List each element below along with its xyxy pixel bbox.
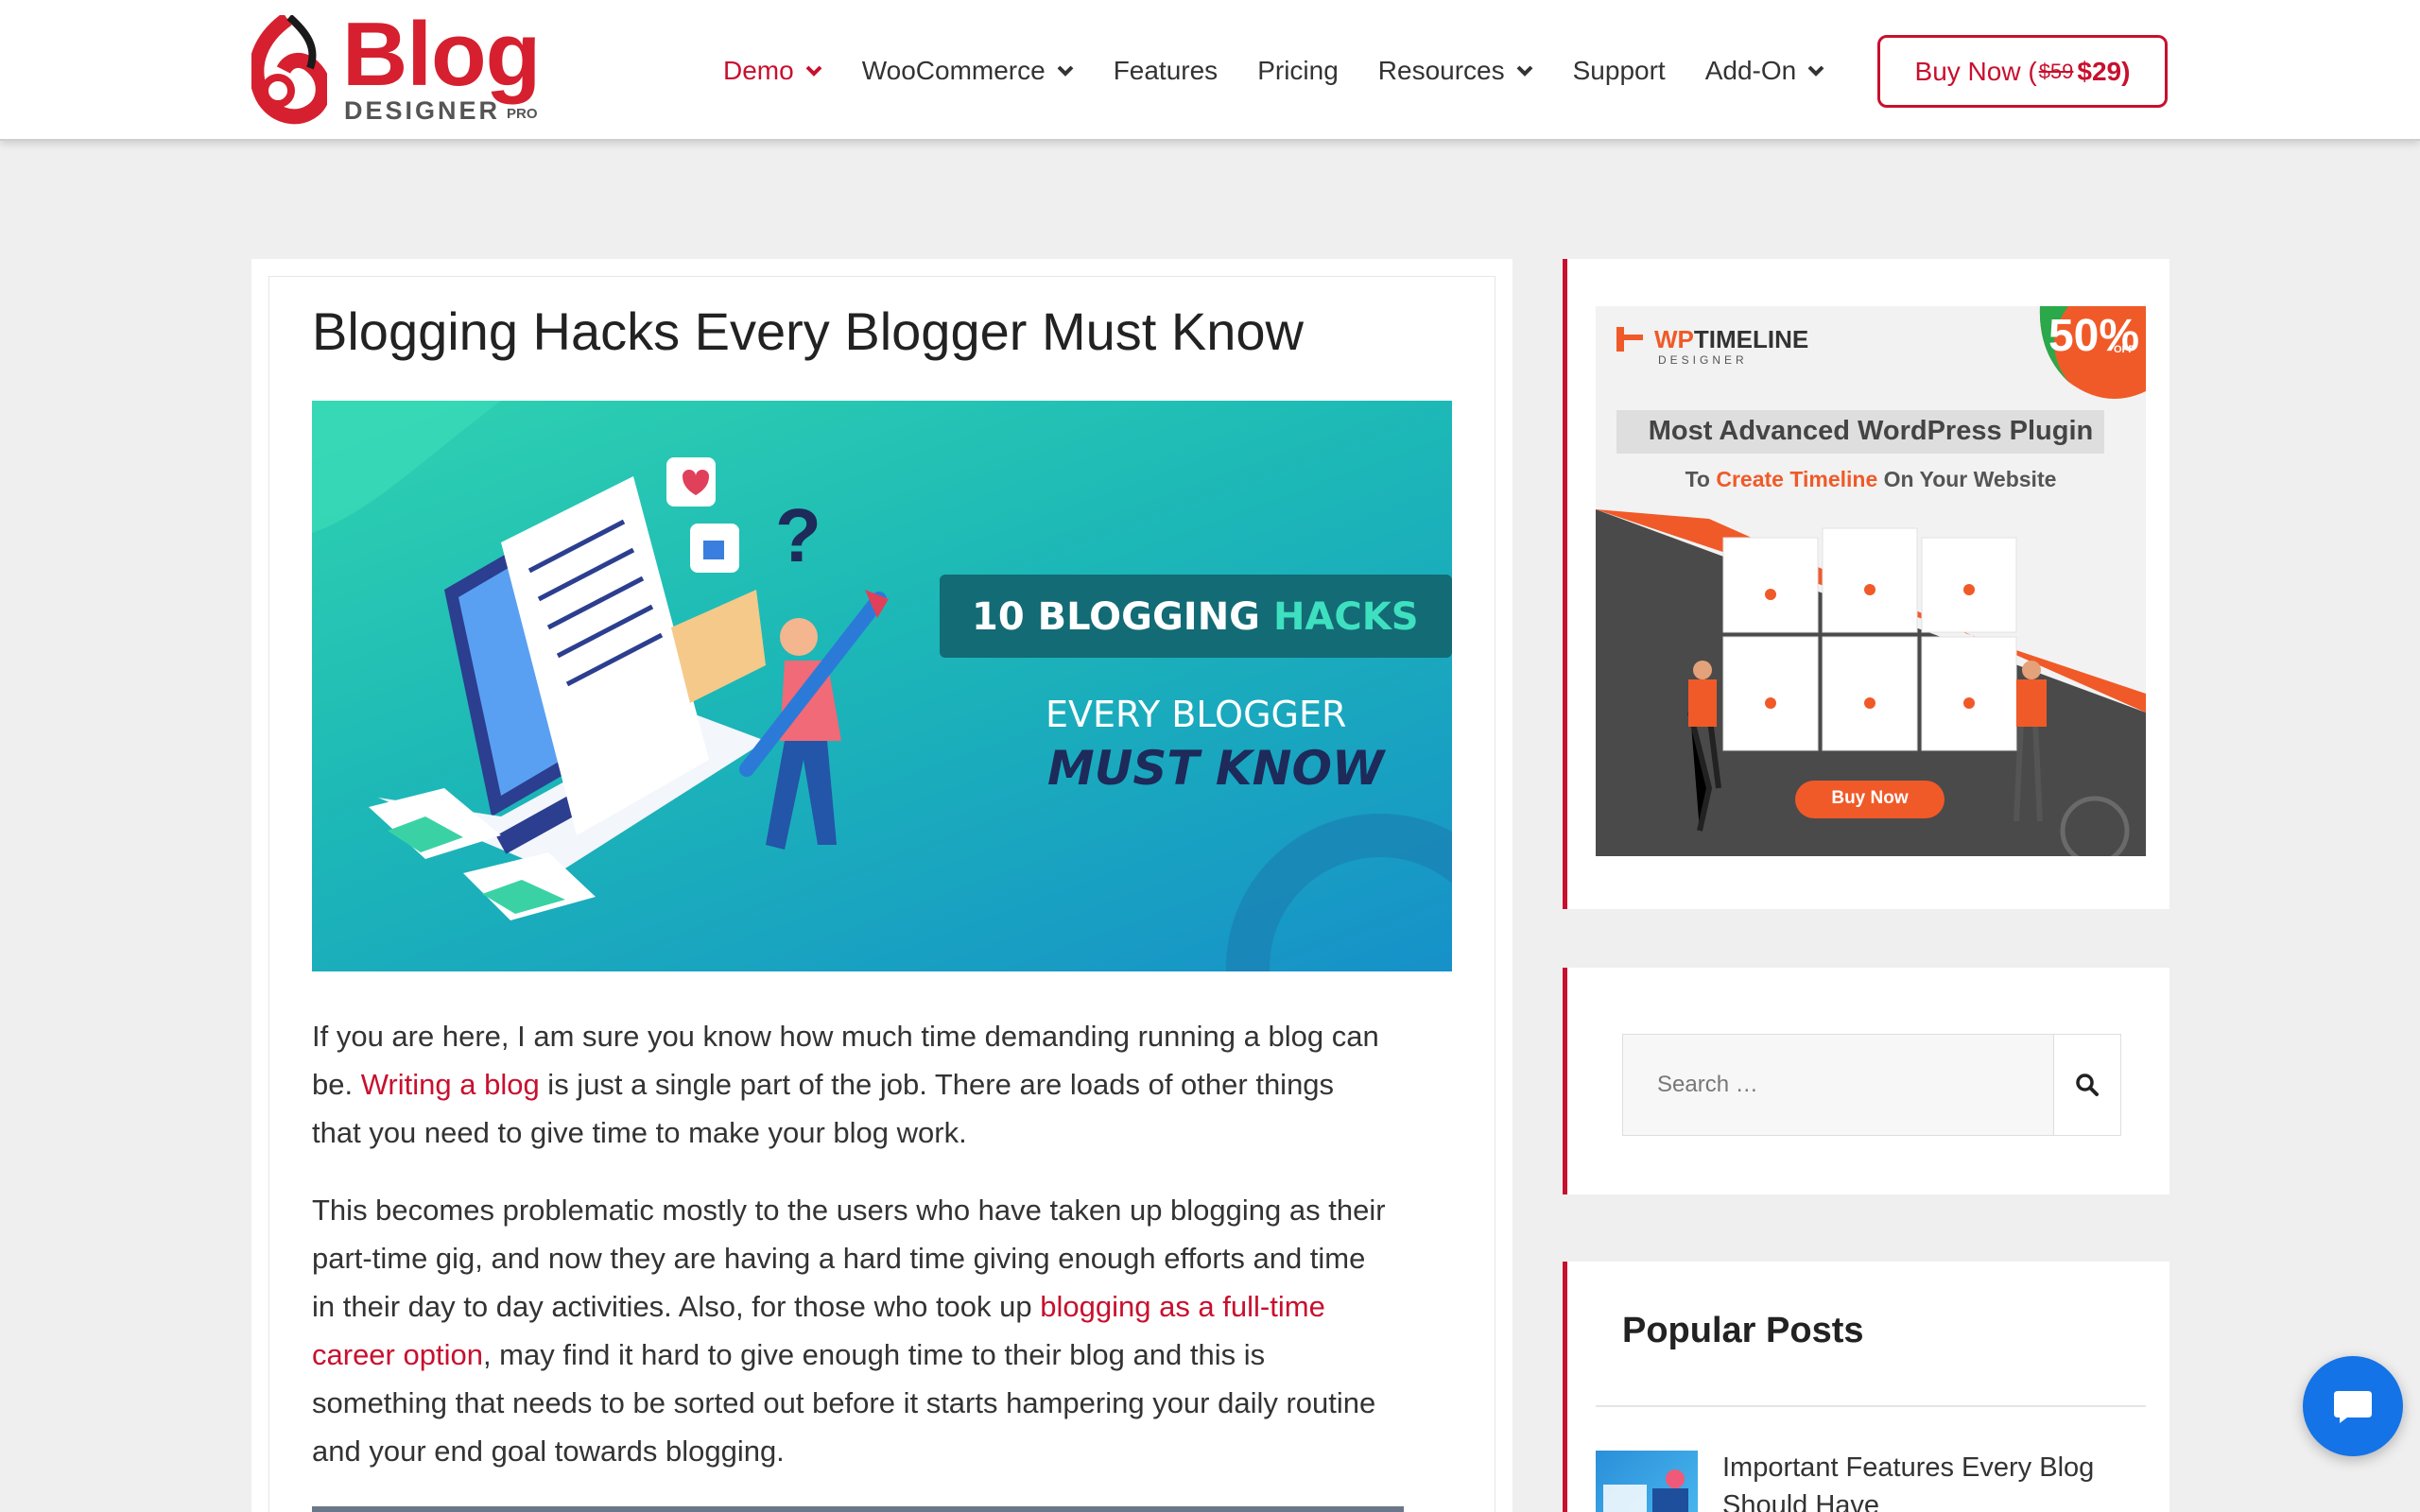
nav-label: WooCommerce [861,56,1046,85]
nav-label: Features [1113,56,1219,85]
buy-now-button[interactable]: Buy Now ($59 $29) [1877,35,2168,108]
nav-item-pricing[interactable]: Pricing [1257,56,1339,86]
chevron-down-icon [1516,65,1533,77]
ad-brand-sub: DESIGNER [1658,353,1748,367]
logo-pro-label: PRO [507,106,538,122]
new-price: $29) [2077,56,2131,86]
ad-headline: Most Advanced WordPress Plugin [1648,416,2094,446]
next-image-edge [312,1506,1404,1512]
site-logo[interactable]: Blog DESIGNER PRO [249,9,554,127]
chevron-down-icon [805,65,822,77]
ad-brand-timeline: TIMELINE [1693,325,1809,353]
hero-line1-accent: HACKS [1272,595,1419,639]
ad-buy-now-button[interactable]: Buy Now [1795,788,1945,809]
nav-label: Resources [1377,56,1505,85]
post-thumbnail[interactable] [1596,1451,1698,1512]
hero-line1: 10 BLOGGING [972,595,1273,639]
hero-line3: MUST KNOW [1047,741,1385,796]
logo-subtitle: DESIGNER [344,96,501,125]
buy-label: Buy Now ( [1914,56,2037,86]
search-input[interactable] [1622,1034,2053,1136]
logo-wordmark: Blog [342,4,541,105]
ad-brand: WPTIMELINE [1654,325,1808,354]
old-price: $59 [2038,59,2074,83]
site-header: Blog DESIGNER PRO Demo WooCommerce Featu… [0,0,2420,141]
nav-label: Support [1572,56,1666,85]
ad-artwork [1596,306,2146,856]
text: To [1685,467,1717,491]
svg-text:?: ? [775,493,821,577]
article-paragraph-2: This becomes problematic mostly to the u… [312,1186,1390,1475]
text: On Your Website [1877,467,2057,491]
chat-bubble-icon [2334,1391,2372,1423]
nav-item-woocommerce[interactable]: WooCommerce [862,56,1074,86]
search-button[interactable] [2053,1034,2121,1136]
chat-widget-button[interactable] [2303,1356,2403,1456]
ad-subline: To Create Timeline On Your Website [1596,467,2146,492]
nav-item-support[interactable]: Support [1573,56,1666,86]
chevron-down-icon [1807,65,1824,77]
writing-a-blog-link[interactable]: Writing a blog [361,1068,540,1101]
popular-posts-title: Popular Posts [1622,1311,1864,1350]
nav-label: Add-On [1704,56,1797,85]
article-paragraph-1: If you are here, I am sure you know how … [312,1012,1390,1157]
nav-label: Pricing [1257,56,1339,85]
hero-image: ? 10 BLOGGING HACKS EVERY BLOGGER MUST K… [312,401,1452,971]
nav-item-features[interactable]: Features [1114,56,1219,86]
sidebar-popular-posts-widget: Popular Posts Important Features Every B… [1563,1262,2169,1512]
article-title: Blogging Hacks Every Blogger Must Know [312,301,1304,361]
divider [1596,1405,2146,1407]
sidebar-search-widget [1563,968,2169,1194]
main-nav: Demo WooCommerce Features Pricing Resour… [723,52,1864,90]
sidebar-ad-widget: WPTIMELINE DESIGNER 50% OFF Most Advance… [1563,259,2169,909]
wp-timeline-ad-banner[interactable]: WPTIMELINE DESIGNER 50% OFF Most Advance… [1596,306,2146,856]
nav-item-add-on[interactable]: Add-On [1705,56,1825,86]
nav-label: Demo [723,56,794,85]
nav-item-demo[interactable]: Demo [723,56,822,86]
thumbnail-image [1603,1469,1688,1512]
ad-brand-wp: WP [1654,325,1694,353]
popular-post-link[interactable]: Important Features Every Blog Should Hav… [1722,1449,2119,1512]
hero-illustration: ? [312,401,1452,971]
hero-line2: EVERY BLOGGER [1046,694,1347,735]
ad-badge-off: OFF [2114,344,2135,355]
hero-headline: 10 BLOGGING HACKS [972,595,1419,639]
search-icon [2076,1074,2099,1096]
nav-item-resources[interactable]: Resources [1378,56,1533,86]
chevron-down-icon [1057,65,1074,77]
text-accent: Create Timeline [1716,467,1878,491]
logo-mark-icon [249,12,331,125]
